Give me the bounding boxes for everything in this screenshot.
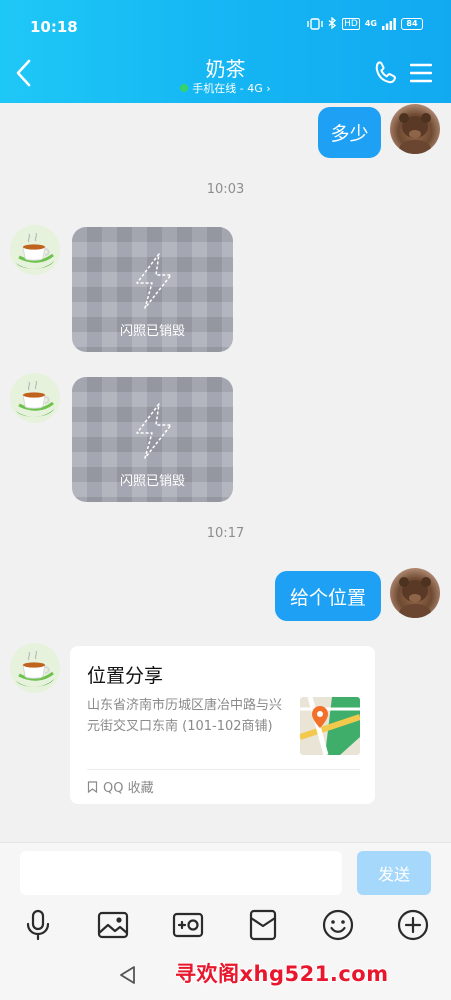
image-icon[interactable]	[96, 908, 130, 942]
hd-badge: HD	[342, 17, 360, 30]
input-bar: 发送	[0, 842, 451, 950]
lightning-icon	[136, 403, 172, 459]
bookmark-icon	[87, 780, 98, 793]
flash-photo-label: 闪照已销毁	[119, 474, 185, 489]
avatar-friend[interactable]	[10, 225, 60, 275]
bluetooth-icon	[328, 17, 337, 30]
red-packet-icon[interactable]	[246, 908, 280, 942]
location-card-title: 位置分享	[87, 665, 164, 687]
flash-photo-label: 闪照已销毁	[119, 324, 185, 339]
location-share-card[interactable]: 位置分享 山东省济南市历城区唐冶中路与兴元街交叉口东南 (101-102商铺) …	[70, 646, 375, 804]
emoji-icon[interactable]	[321, 908, 355, 942]
bear-avatar-image	[399, 113, 431, 154]
menu-icon[interactable]	[410, 62, 432, 84]
message-input[interactable]	[20, 851, 342, 895]
tea-cup-avatar-image	[16, 232, 54, 269]
location-address: 山东省济南市历城区唐冶中路与兴元街交叉口东南 (101-102商铺)	[87, 698, 283, 734]
microphone-icon[interactable]	[21, 908, 55, 942]
status-icons: HD 4G 84	[307, 17, 423, 30]
location-card-source: QQ 收藏	[87, 777, 154, 796]
online-dot	[180, 84, 189, 92]
vibrate-icon	[307, 17, 323, 30]
tea-cup-avatar-image	[16, 380, 54, 417]
signal-icon	[382, 17, 396, 30]
avatar-friend[interactable]	[10, 373, 60, 423]
bear-avatar-image	[399, 577, 431, 618]
battery-icon: 84	[401, 17, 423, 30]
chevron-right-icon: ›	[266, 82, 271, 95]
timestamp: 10:17	[206, 526, 245, 541]
card-divider	[87, 769, 360, 770]
flash-photo-destroyed[interactable]: 闪照已销毁	[72, 377, 233, 502]
plus-icon[interactable]	[396, 908, 430, 942]
online-status-text: 手机在线 - 4G	[192, 82, 263, 95]
chat-header: 10:18 HD 4G 84 奶茶 手机在线 - 4G ›	[0, 0, 451, 103]
tea-cup-avatar-image	[16, 650, 54, 687]
watermark-text: 寻欢阁xhg521.com	[175, 962, 389, 986]
avatar-self[interactable]	[390, 104, 440, 154]
phone-icon[interactable]	[373, 60, 399, 86]
message-bubble-self[interactable]: 多少	[318, 107, 381, 158]
timestamp: 10:03	[206, 182, 245, 197]
avatar-friend[interactable]	[10, 643, 60, 693]
map-thumbnail-icon	[300, 697, 360, 755]
lightning-icon	[136, 253, 172, 309]
status-time: 10:18	[30, 18, 78, 36]
nav-back-icon[interactable]	[117, 964, 139, 986]
avatar-self[interactable]	[390, 568, 440, 618]
message-bubble-self[interactable]: 给个位置	[275, 571, 381, 621]
chat-area[interactable]: 多少 10:03 闪照已销毁 闪照已销毁 10:17 给个位置 位置分享 山东省…	[0, 103, 451, 842]
flash-photo-destroyed[interactable]: 闪照已销毁	[72, 227, 233, 352]
send-button[interactable]: 发送	[357, 851, 431, 895]
network-label: 4G	[364, 19, 377, 28]
source-label: QQ 收藏	[103, 781, 154, 796]
camera-icon[interactable]	[171, 908, 205, 942]
